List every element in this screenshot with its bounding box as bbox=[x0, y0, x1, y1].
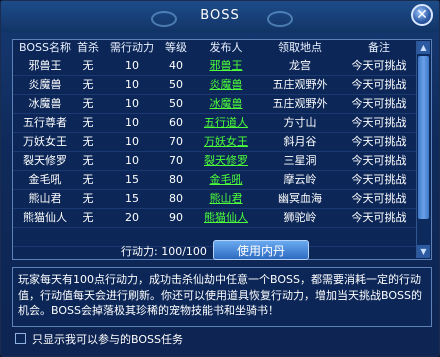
action-cost-cell: 20 bbox=[125, 211, 139, 224]
note-cell: 今天可挑战 bbox=[351, 78, 407, 91]
column-header-first-kill: 首杀 bbox=[77, 41, 99, 54]
table-row[interactable]: 万妖女王 无 10 70 万妖女王 斜月谷 今天可挑战 bbox=[13, 133, 417, 151]
location-cell: 幽冥血海 bbox=[278, 192, 322, 205]
table-row[interactable]: 炎魔兽无 10 50 炎魔兽 五庄观野外 今天可挑战 bbox=[13, 76, 417, 94]
table-row[interactable]: 金毛吼 无 15 80 金毛吼 摩云岭 今天可挑战 bbox=[13, 171, 417, 189]
table-row[interactable]: 熊猫仙人 无 20 90 熊猫仙人 狮驼岭 今天可挑战 bbox=[13, 209, 417, 227]
boss-name-cell: 邪兽王 bbox=[28, 59, 62, 72]
level-cell: 60 bbox=[169, 116, 183, 129]
column-header-publisher: 发布人 bbox=[209, 41, 243, 54]
publisher-link[interactable]: 裂天修罗 bbox=[193, 152, 259, 170]
action-cost-cell: 15 bbox=[125, 173, 139, 186]
note-cell bbox=[341, 228, 417, 246]
publisher-link[interactable]: 冰魔兽 bbox=[193, 95, 259, 113]
column-header-level: 等级 bbox=[165, 41, 187, 54]
column-header-boss-name: BOSS名称 bbox=[19, 41, 71, 54]
use-inner-elixir-button[interactable]: 使用内丹 bbox=[213, 240, 309, 260]
level-cell: 70 bbox=[169, 135, 183, 148]
action-cost-cell: 10 bbox=[125, 154, 139, 167]
boss-name-cell: 冰魔兽 bbox=[28, 97, 62, 110]
location-cell: 五庄观野外 bbox=[272, 97, 328, 110]
note-cell: 今天可挑战 bbox=[351, 135, 407, 148]
table-scrollbar[interactable]: ▲ ▼ bbox=[416, 41, 430, 258]
table-row[interactable]: 熊山君 无 15 80 熊山君 幽冥血海 今天可挑战 bbox=[13, 190, 417, 208]
first-kill-cell: 无 bbox=[82, 211, 94, 224]
location-cell: 斜月谷 bbox=[283, 135, 317, 148]
publisher-link[interactable]: 金毛吼 bbox=[193, 171, 259, 189]
publisher-link[interactable]: 五行道人 bbox=[193, 114, 259, 132]
publisher-link[interactable]: 熊山君 bbox=[193, 190, 259, 208]
action-power-label: 行动力: 100/100 bbox=[121, 245, 207, 258]
scroll-thumb[interactable] bbox=[418, 56, 429, 219]
action-cost-cell: 10 bbox=[125, 116, 139, 129]
note-cell: 今天可挑战 bbox=[351, 211, 407, 224]
boss-window: BOSS ✕ BOSS名称 首杀 需行动力 等级 发布人 领取地点 备注 邪兽王… bbox=[0, 0, 440, 357]
location-cell: 摩云岭 bbox=[283, 173, 317, 186]
first-kill-cell: 无 bbox=[82, 78, 94, 91]
publisher-link[interactable]: 邪兽王 bbox=[193, 57, 259, 75]
first-kill-cell bbox=[71, 228, 105, 246]
boss-name-cell: 万妖女王 bbox=[23, 135, 67, 148]
boss-table-panel: BOSS名称 首杀 需行动力 等级 发布人 领取地点 备注 邪兽王无 10 40 邪兽… bbox=[12, 39, 432, 260]
title-ornament-right bbox=[267, 11, 293, 27]
boss-name-cell: 炎魔兽 bbox=[28, 78, 62, 91]
location-cell: 龙宫 bbox=[289, 59, 311, 72]
note-cell: 今天可挑战 bbox=[351, 173, 407, 186]
action-cost-cell: 15 bbox=[125, 192, 139, 205]
window-title: BOSS bbox=[200, 8, 240, 23]
scroll-down-arrow-icon[interactable]: ▼ bbox=[417, 245, 430, 258]
action-cost-cell: 10 bbox=[125, 78, 139, 91]
boss-name-cell: 熊山君 bbox=[28, 192, 62, 205]
location-cell: 狮驼岭 bbox=[283, 211, 317, 224]
level-cell: 70 bbox=[169, 154, 183, 167]
first-kill-cell: 无 bbox=[82, 116, 94, 129]
note-cell: 今天可挑战 bbox=[351, 59, 407, 72]
publisher-link[interactable]: 炎魔兽 bbox=[193, 76, 259, 94]
publisher-link[interactable]: 熊猫仙人 bbox=[193, 209, 259, 227]
table-row[interactable]: 裂天修罗 无 10 70 裂天修罗 三星洞 今天可挑战 bbox=[13, 152, 417, 170]
first-kill-cell: 无 bbox=[82, 59, 94, 72]
first-kill-cell: 无 bbox=[82, 97, 94, 110]
level-cell: 80 bbox=[169, 192, 183, 205]
title-bar[interactable]: BOSS ✕ bbox=[1, 1, 439, 33]
table-row[interactable]: 五行尊者 无 10 60 五行道人 方寸山 今天可挑战 bbox=[13, 114, 417, 132]
publisher-link[interactable]: 万妖女王 bbox=[193, 133, 259, 151]
boss-name-cell: 金毛吼 bbox=[28, 173, 62, 186]
column-header-location: 领取地点 bbox=[278, 41, 322, 54]
level-cell: 50 bbox=[169, 78, 183, 91]
table-row[interactable]: 冰魔兽无 10 50 冰魔兽 五庄观野外 今天可挑战 bbox=[13, 95, 417, 113]
level-cell: 80 bbox=[169, 173, 183, 186]
note-cell: 今天可挑战 bbox=[351, 116, 407, 129]
scroll-up-arrow-icon[interactable]: ▲ bbox=[417, 41, 430, 54]
filter-checkbox[interactable] bbox=[15, 333, 26, 344]
action-cost-cell: 10 bbox=[125, 135, 139, 148]
boss-name-cell: 熊猫仙人 bbox=[23, 211, 67, 224]
table-row[interactable]: 邪兽王 无 10 40 邪兽王 龙宫 今天可挑战 bbox=[13, 57, 417, 75]
column-header-note: 备注 bbox=[368, 41, 390, 54]
boss-name-cell: 五行尊者 bbox=[23, 116, 67, 129]
close-button[interactable]: ✕ bbox=[411, 4, 433, 26]
column-header-action-cost: 需行动力 bbox=[110, 41, 154, 54]
note-cell: 今天可挑战 bbox=[351, 192, 407, 205]
level-cell: 50 bbox=[169, 97, 183, 110]
level-cell: 90 bbox=[169, 211, 183, 224]
boss-name-cell: 裂天修罗 bbox=[23, 154, 67, 167]
boss-name-cell bbox=[19, 228, 71, 246]
level-cell: 40 bbox=[169, 59, 183, 72]
location-cell: 五庄观野外 bbox=[272, 78, 328, 91]
action-cost-cell: 10 bbox=[125, 97, 139, 110]
note-cell: 今天可挑战 bbox=[351, 154, 407, 167]
location-cell: 方寸山 bbox=[283, 116, 317, 129]
filter-checkbox-label[interactable]: 只显示我可以参与的BOSS任务 bbox=[32, 331, 183, 347]
description-box: 玩家每天有100点行动力，成功击杀仙劫中任意一个BOSS，都需要消耗一定的行动值… bbox=[12, 267, 432, 327]
note-cell: 今天可挑战 bbox=[351, 97, 407, 110]
first-kill-cell: 无 bbox=[82, 135, 94, 148]
first-kill-cell: 无 bbox=[82, 173, 94, 186]
location-cell: 三星洞 bbox=[283, 154, 317, 167]
first-kill-cell: 无 bbox=[82, 154, 94, 167]
first-kill-cell: 无 bbox=[82, 192, 94, 205]
action-cost-cell: 10 bbox=[125, 59, 139, 72]
